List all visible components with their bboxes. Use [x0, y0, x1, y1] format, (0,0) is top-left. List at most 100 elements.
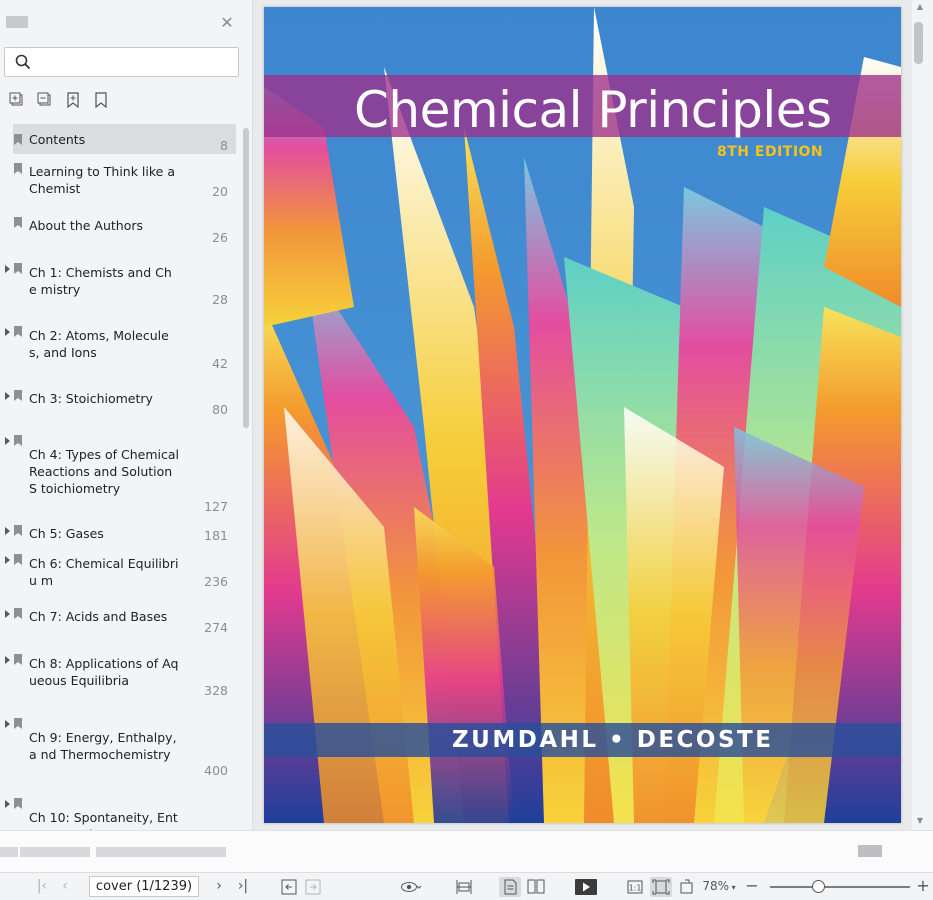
expand-arrow-icon[interactable]	[5, 527, 10, 535]
toc-item[interactable]: Ch 5: Gases 181	[0, 521, 240, 548]
fit-width-icon[interactable]	[456, 879, 472, 895]
toc-item[interactable]: Ch 3: Stoichiometry 80	[0, 386, 240, 422]
blurred-text	[20, 847, 90, 857]
expand-arrow-icon[interactable]	[5, 392, 10, 400]
zoom-level-label: 78%	[702, 879, 730, 893]
eye-protection-icon[interactable]	[400, 879, 422, 895]
cover-page: Chemical Principles 8TH EDITION ZUMDAHL …	[264, 7, 901, 823]
bookmark-icon	[14, 134, 22, 145]
two-page-icon[interactable]	[527, 878, 545, 896]
toc-item[interactable]: Ch 6: Chemical Equilibriu m 236	[0, 550, 240, 594]
expand-all-icon[interactable]	[9, 92, 25, 108]
toc-item[interactable]: Ch 7: Acids and Bases 274	[0, 604, 240, 640]
expand-arrow-icon[interactable]	[5, 265, 10, 273]
zoom-slider-knob[interactable]	[811, 880, 825, 893]
toc-item[interactable]: Ch 9: Energy, Enthalpy, a nd Thermochemi…	[0, 714, 240, 783]
bookmark-icon	[14, 263, 22, 274]
main-scrollbar[interactable]	[912, 0, 933, 830]
toc-item[interactable]: Learning to Think like a Chemist 20	[0, 159, 240, 204]
bookmark-icon	[14, 525, 22, 536]
toc-item-page: 28	[212, 292, 228, 307]
bottom-toolbar: |‹ ‹ cover (1/1239) › ›| 1:1 78% ▾ − +	[0, 872, 933, 900]
slideshow-play-icon[interactable]	[575, 878, 597, 896]
search-box[interactable]	[4, 47, 239, 77]
toc-item-label: Contents	[29, 132, 86, 147]
toc-item-label: Ch 10: Spontaneity, Entro py, and Free E…	[29, 810, 178, 830]
toc-item-page: 8	[220, 138, 228, 153]
single-page-icon[interactable]	[499, 877, 521, 897]
zoom-slider-track[interactable]	[770, 886, 910, 888]
chevron-down-icon: ▾	[729, 883, 736, 892]
zoom-out-icon[interactable]: −	[745, 877, 759, 895]
toc-item[interactable]: About the Authors 26	[0, 213, 240, 250]
blurred-text	[0, 847, 18, 857]
toc-item[interactable]: Ch 8: Applications of Aq ueous Equilibri…	[0, 650, 240, 703]
last-page-icon[interactable]: ›|	[234, 877, 252, 895]
toc-item[interactable]: Contents 8	[0, 124, 240, 158]
bookmark-icon	[14, 326, 22, 337]
toc-item-page: 127	[204, 499, 228, 514]
rotate-icon[interactable]	[679, 879, 695, 895]
toc-item-page: 400	[204, 763, 228, 778]
toc-item[interactable]: Ch 1: Chemists and Che mistry 28	[0, 259, 240, 312]
toc-item-label: Ch 7: Acids and Bases	[29, 609, 168, 624]
expand-arrow-icon[interactable]	[5, 556, 10, 564]
prev-page-icon[interactable]: ‹	[58, 877, 72, 895]
page-number-field[interactable]: cover (1/1239)	[89, 876, 199, 897]
document-viewer: Chemical Principles 8TH EDITION ZUMDAHL …	[253, 0, 933, 830]
expand-arrow-icon[interactable]	[5, 328, 10, 336]
bookmark-icon	[14, 608, 22, 619]
bookmark-icon	[14, 554, 22, 565]
cover-authors: ZUMDAHL • DECOSTE	[452, 727, 774, 753]
toc-item-page: 26	[212, 230, 228, 245]
back-icon[interactable]	[281, 879, 297, 895]
close-icon[interactable]: ✕	[218, 14, 236, 32]
expand-arrow-icon[interactable]	[5, 437, 10, 445]
expand-arrow-icon[interactable]	[5, 800, 10, 808]
scroll-down-arrow-icon[interactable]: ▼	[913, 816, 927, 826]
toc-item-label: Ch 4: Types of Chemical Reactions and So…	[29, 447, 179, 496]
fit-page-icon[interactable]	[650, 877, 672, 897]
toc-item[interactable]: Ch 2: Atoms, Molecules, and Ions 42	[0, 322, 240, 376]
expand-arrow-icon[interactable]	[5, 610, 10, 618]
search-icon	[15, 54, 31, 70]
toc-item[interactable]: Ch 10: Spontaneity, Entro py, and Free E…	[0, 794, 240, 830]
expand-arrow-icon[interactable]	[5, 656, 10, 664]
bookmark-icon	[14, 163, 22, 174]
toc-list: Contents 8 Learning to Think like a Chemis…	[0, 124, 240, 830]
next-page-icon[interactable]: ›	[212, 877, 226, 895]
first-page-icon[interactable]: |‹	[34, 877, 50, 895]
expand-arrow-icon[interactable]	[5, 720, 10, 728]
sidebar-title-blurred	[6, 16, 28, 28]
bookmark-icon[interactable]	[93, 92, 109, 108]
add-bookmark-icon[interactable]	[65, 92, 81, 108]
toc-item-label: Learning to Think like a Chemist	[29, 164, 175, 196]
bookmark-icon	[14, 390, 22, 401]
status-strip-blurred	[0, 830, 933, 872]
blurred-text	[96, 847, 226, 857]
toc-item-page: 274	[204, 620, 228, 635]
toc-item-label: Ch 1: Chemists and Che mistry	[29, 265, 172, 297]
toc-item-page: 80	[212, 402, 228, 417]
toc-item-label: Ch 3: Stoichiometry	[29, 391, 153, 406]
actual-size-icon[interactable]: 1:1	[627, 879, 643, 895]
svg-text:1:1: 1:1	[629, 884, 642, 893]
cover-title: Chemical Principles	[354, 81, 832, 139]
toc-item-page: 236	[204, 574, 228, 589]
toc-item-page: 181	[204, 528, 228, 543]
search-input[interactable]	[39, 52, 235, 74]
toc-item-label: Ch 8: Applications of Aq ueous Equilibri…	[29, 656, 179, 688]
scroll-up-arrow-icon[interactable]: ▲	[913, 2, 927, 12]
zoom-level-dropdown[interactable]: 78% ▾	[699, 877, 739, 895]
bookmark-icon	[14, 217, 22, 228]
bookmark-icon	[14, 435, 22, 446]
zoom-in-icon[interactable]: +	[916, 877, 930, 895]
toc-item-label: Ch 9: Energy, Enthalpy, a nd Thermochemi…	[29, 730, 177, 762]
sidebar-scrollbar[interactable]	[243, 128, 249, 428]
toc-item[interactable]: Ch 4: Types of Chemical Reactions and So…	[0, 431, 240, 519]
main-scrollbar-thumb[interactable]	[914, 22, 923, 64]
collapse-all-icon[interactable]	[37, 92, 53, 108]
toc-item-label: Ch 2: Atoms, Molecules, and Ions	[29, 328, 169, 360]
forward-icon[interactable]	[305, 879, 321, 895]
cover-edition: 8TH EDITION	[717, 144, 824, 160]
